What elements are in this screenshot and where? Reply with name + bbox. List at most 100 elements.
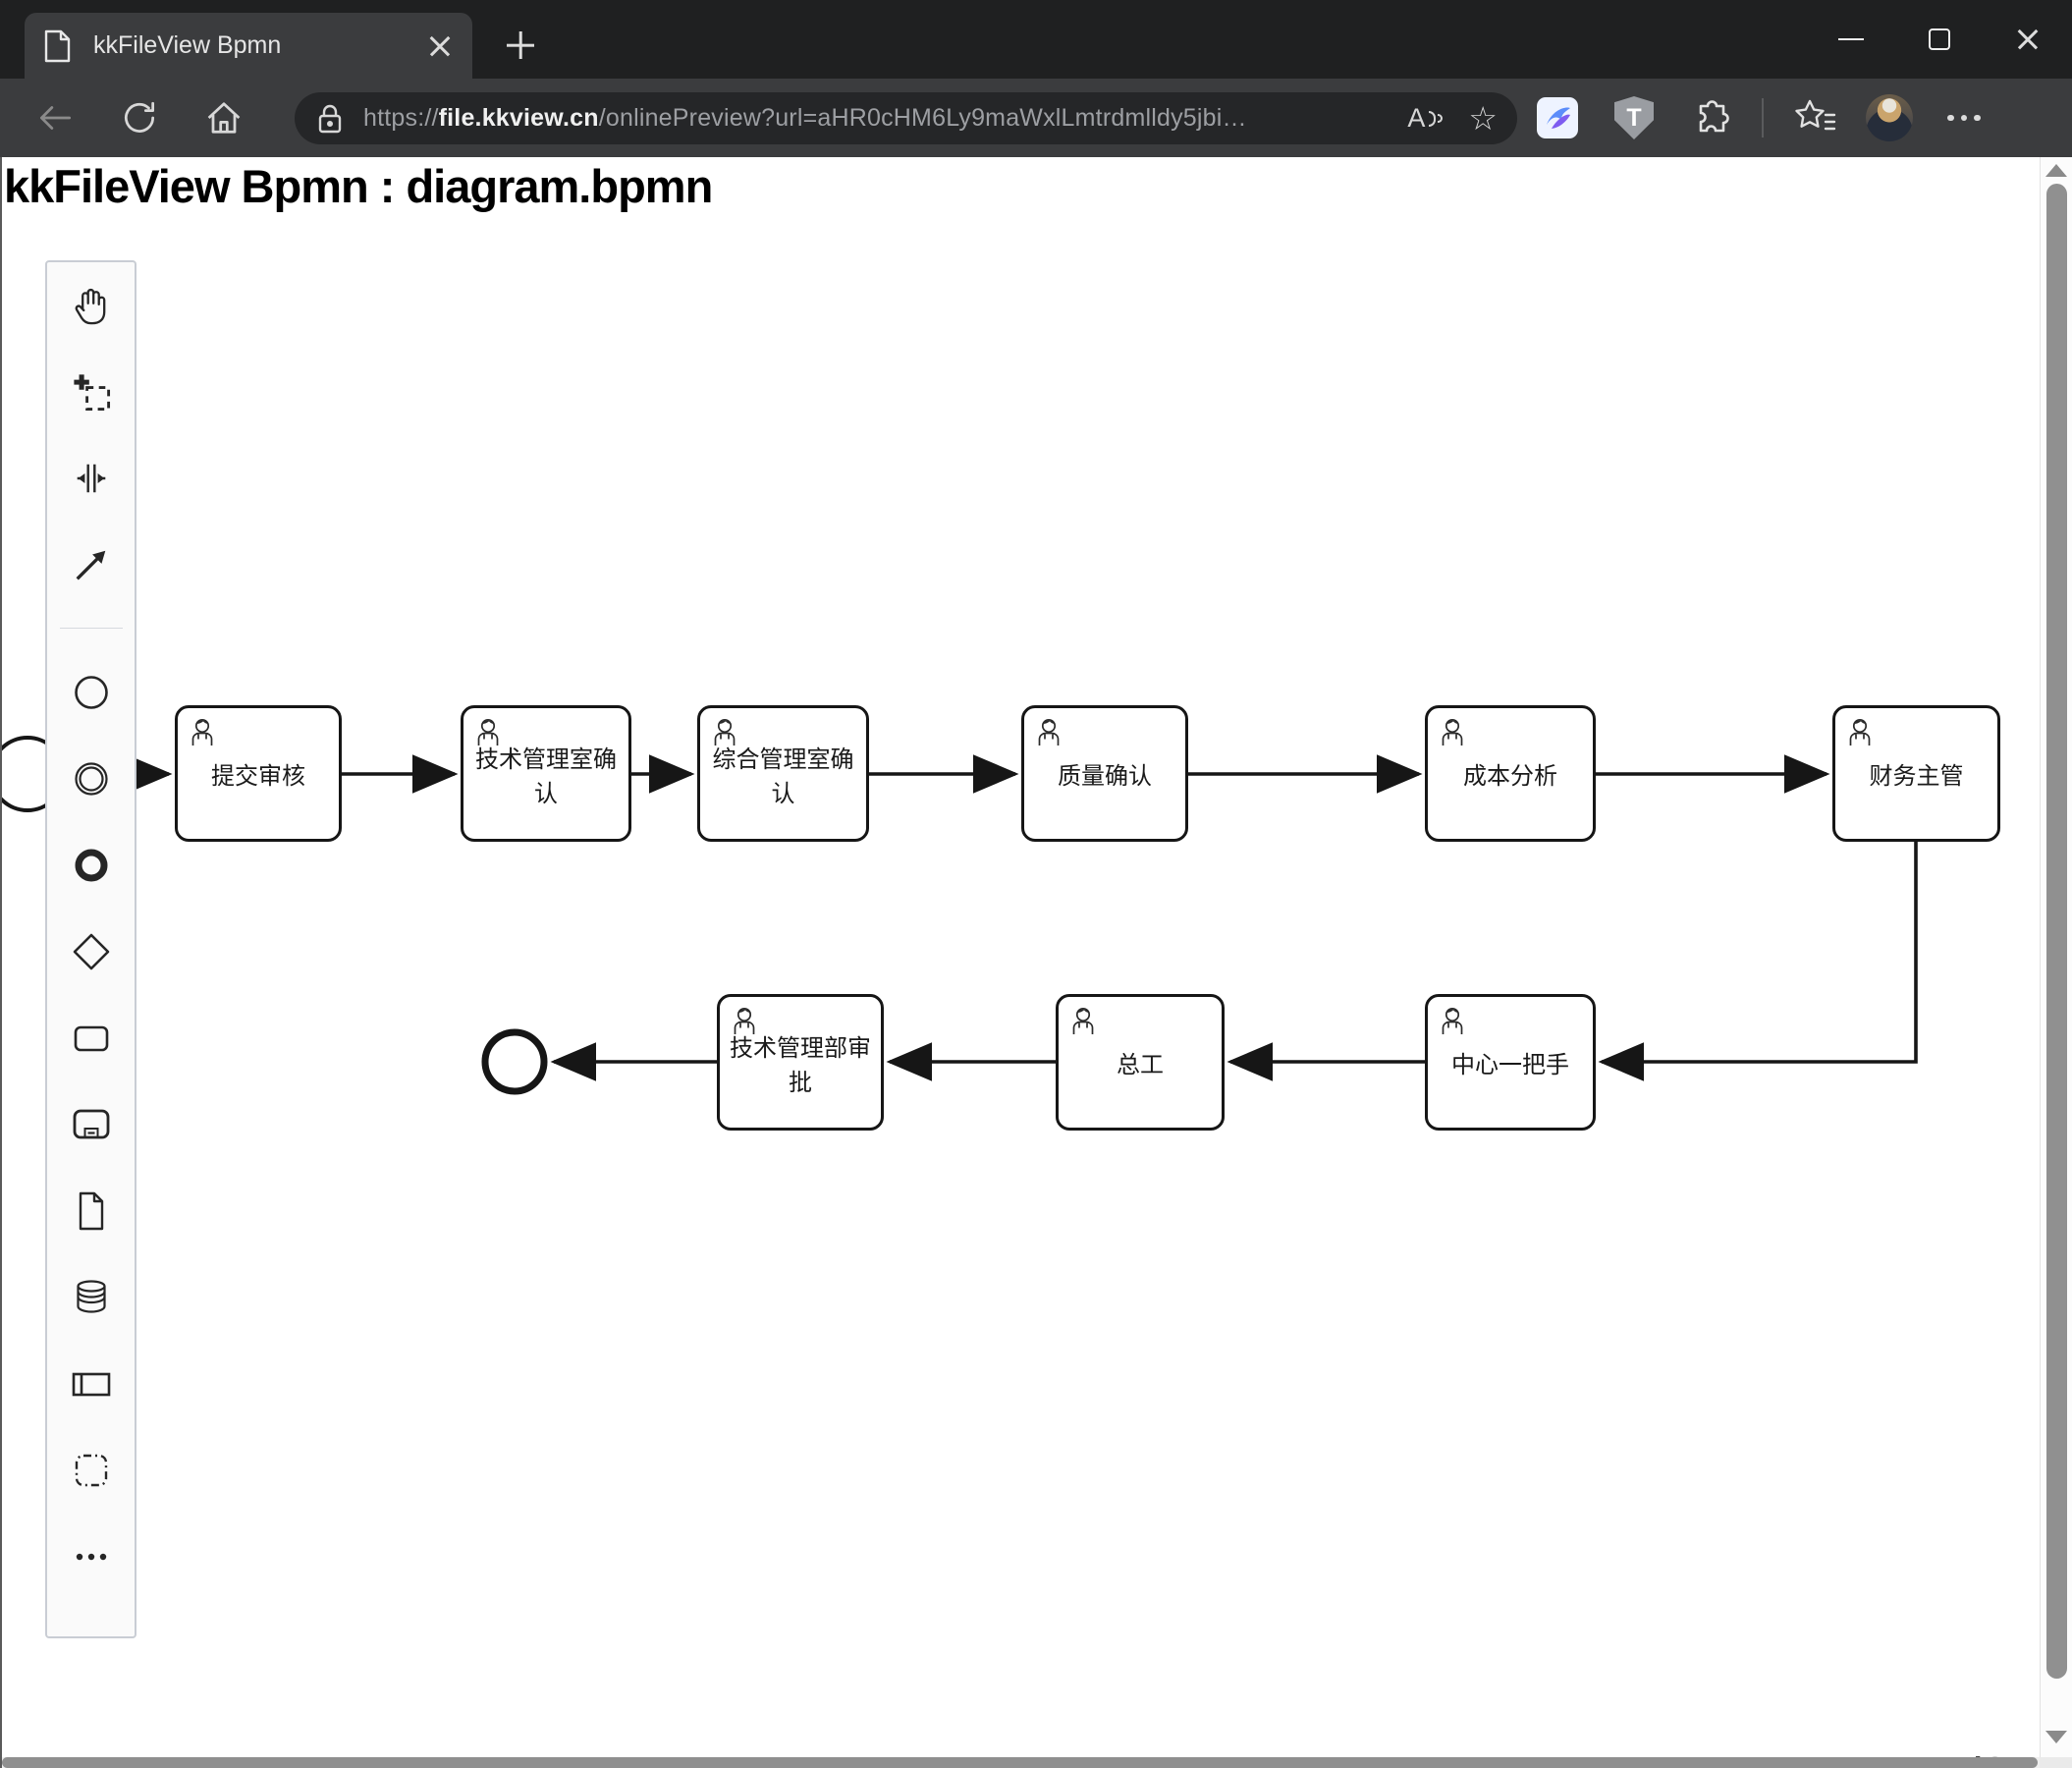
user-task-icon	[472, 716, 504, 747]
palette-more-options[interactable]	[68, 1533, 114, 1579]
vertical-scrollbar-thumb[interactable]	[2046, 184, 2067, 1679]
profile-avatar[interactable]	[1866, 94, 1913, 141]
task-node[interactable]: 中心一把手	[1425, 994, 1596, 1131]
user-task-icon	[1437, 1005, 1468, 1036]
favorite-star-icon[interactable]: ☆	[1468, 102, 1498, 135]
close-icon	[2013, 25, 2043, 54]
collections-button[interactable]	[1789, 92, 1840, 143]
task-node[interactable]: 财务主管	[1832, 705, 2000, 842]
task-label: 综合管理室确认	[712, 746, 854, 807]
back-arrow-icon	[39, 106, 72, 130]
task-node[interactable]: 总工	[1056, 994, 1225, 1131]
tab-close-icon[interactable]	[425, 31, 455, 61]
bird-extension-icon	[1537, 97, 1578, 138]
more-dots-icon	[1947, 114, 1981, 122]
sequence-flow[interactable]	[1598, 842, 1918, 1081]
close-button[interactable]	[1984, 0, 2072, 79]
scroll-down-icon[interactable]	[2045, 1731, 2067, 1743]
browser-toolbar: https://file.kkview.cn/onlinePreview?url…	[0, 79, 2072, 157]
extensions-button[interactable]	[1685, 92, 1736, 143]
create-gateway[interactable]	[68, 928, 114, 974]
create-task[interactable]	[68, 1015, 114, 1061]
home-button[interactable]	[196, 90, 251, 145]
scrollbar-corner	[2040, 1757, 2072, 1768]
create-participant[interactable]	[68, 1360, 114, 1407]
task-label: 成本分析	[1463, 763, 1557, 790]
task-label: 提交审核	[211, 763, 305, 790]
minimize-button[interactable]	[1807, 0, 1895, 79]
task-node[interactable]: 质量确认	[1021, 705, 1188, 842]
task-label: 总工	[1117, 1052, 1164, 1078]
task-label: 技术管理室确认	[475, 746, 617, 807]
sound-wave-icon	[1438, 114, 1444, 123]
task-label: 质量确认	[1058, 763, 1152, 790]
favorites-hub-icon	[1795, 99, 1836, 131]
task-label: 中心一把手	[1451, 1052, 1569, 1078]
user-task-icon	[1437, 716, 1468, 747]
horizontal-scrollbar-thumb[interactable]	[2, 1757, 2038, 1768]
url-path: /onlinePreview?url=aHR0cHM6Ly9maWxlLmtrd…	[598, 104, 1247, 132]
task-label: 财务主管	[1869, 763, 1964, 790]
browser-window: kkFileView Bpmn https://file.kkview.cn/o…	[0, 0, 2072, 1768]
create-data-store[interactable]	[68, 1274, 114, 1320]
shield-extension-icon: T	[1614, 96, 1654, 139]
create-end-event[interactable]	[68, 842, 114, 888]
back-button[interactable]	[27, 90, 82, 145]
window-controls	[1807, 0, 2072, 79]
end-event[interactable]	[481, 1028, 548, 1095]
hand-tool[interactable]	[68, 282, 114, 328]
task-node[interactable]: 成本分析	[1425, 705, 1596, 842]
lasso-tool[interactable]	[68, 368, 114, 414]
bpmn-palette	[45, 260, 136, 1638]
global-connect-tool[interactable]	[68, 541, 114, 587]
task-node[interactable]: 技术管理部审批	[717, 994, 884, 1131]
url-text[interactable]: https://file.kkview.cn/onlinePreview?url…	[363, 104, 1407, 133]
task-node[interactable]: 技术管理室确认	[461, 705, 631, 842]
minimize-icon	[1838, 37, 1864, 41]
tab-title: kkFileView Bpmn	[93, 31, 282, 59]
refresh-button[interactable]	[112, 90, 167, 145]
refresh-icon	[125, 101, 155, 133]
create-data-object[interactable]	[68, 1188, 114, 1234]
shield-extension-button[interactable]: T	[1609, 92, 1660, 143]
scroll-up-icon[interactable]	[2045, 164, 2067, 177]
create-intermediate-event[interactable]	[68, 755, 114, 801]
maximize-icon	[1929, 28, 1950, 50]
vertical-scrollbar[interactable]	[2040, 157, 2072, 1768]
palette-separator	[59, 628, 123, 629]
create-group[interactable]	[68, 1447, 114, 1493]
puzzle-icon	[1699, 100, 1729, 133]
user-task-icon	[729, 1005, 760, 1036]
page-favicon-icon	[42, 29, 72, 63]
new-tab-button[interactable]	[503, 28, 538, 63]
home-icon	[207, 102, 241, 134]
create-subprocess[interactable]	[68, 1101, 114, 1147]
toolbar-divider	[1762, 98, 1764, 138]
user-task-icon	[1033, 716, 1064, 747]
space-tool[interactable]	[68, 455, 114, 501]
url-domain: file.kkview.cn	[438, 104, 599, 132]
extensions-area: T	[1532, 79, 1990, 157]
bpmn-canvas[interactable]	[2, 157, 2072, 1768]
sound-wave-icon	[1429, 110, 1437, 127]
lock-icon	[314, 101, 346, 137]
title-bar: kkFileView Bpmn	[0, 0, 2072, 79]
user-task-icon	[709, 716, 740, 747]
page-content: kkFileView Bpmn : diagram.bpmn 提交审核 技术管理…	[0, 157, 2072, 1768]
horizontal-scrollbar[interactable]	[2, 1757, 2042, 1768]
address-bar[interactable]: https://file.kkview.cn/onlinePreview?url…	[295, 92, 1517, 144]
maximize-button[interactable]	[1895, 0, 1984, 79]
browser-tab[interactable]: kkFileView Bpmn	[25, 13, 472, 79]
create-start-event[interactable]	[68, 669, 114, 715]
task-node[interactable]: 综合管理室确认	[697, 705, 869, 842]
settings-more-button[interactable]	[1938, 92, 1990, 143]
task-node[interactable]: 提交审核	[175, 705, 342, 842]
user-task-icon	[187, 716, 218, 747]
bird-extension-button[interactable]	[1532, 92, 1583, 143]
read-aloud-button[interactable]: A	[1407, 103, 1444, 134]
task-label: 技术管理部审批	[730, 1034, 871, 1096]
url-scheme: https://	[363, 104, 439, 132]
read-aloud-icon: A	[1407, 103, 1426, 133]
user-task-icon	[1067, 1005, 1099, 1036]
user-task-icon	[1844, 716, 1876, 747]
